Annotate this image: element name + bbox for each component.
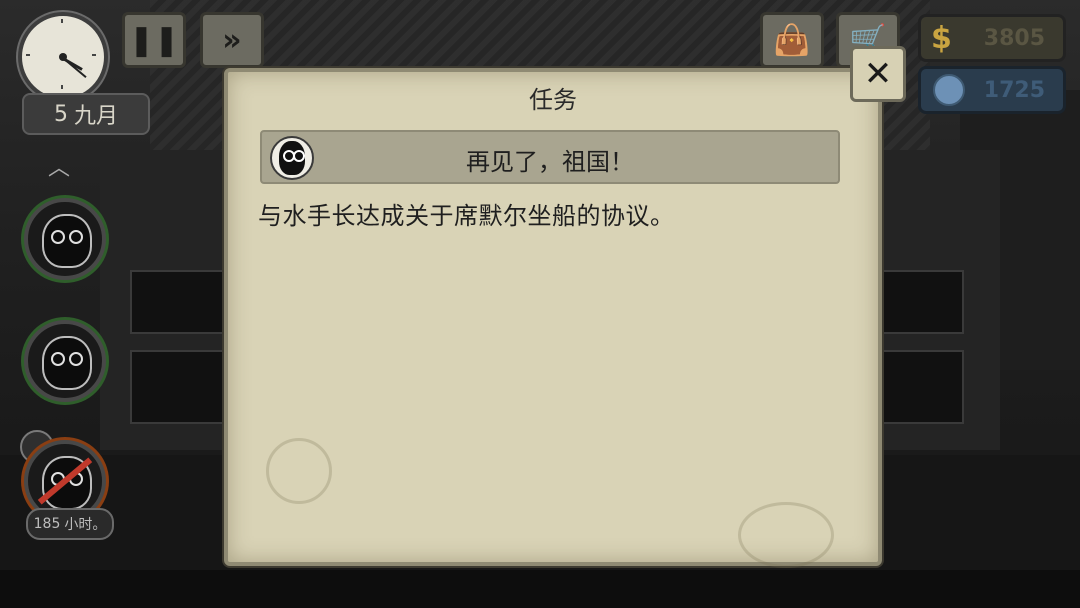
chevron-up-icon[interactable]: ︿: [48, 150, 70, 182]
character-avatar-2[interactable]: [24, 320, 106, 402]
decorative-emblem: [738, 502, 834, 568]
character-eye: [69, 472, 83, 486]
fast-forward-button[interactable]: »: [200, 12, 264, 68]
character-eye: [51, 352, 65, 366]
inventory-button[interactable]: 👜: [760, 12, 824, 68]
character-face: [42, 456, 92, 510]
date-display: 5 九月: [22, 93, 150, 135]
dialog-title: 任务: [529, 86, 577, 114]
date-month: 九月: [73, 104, 118, 129]
clock-center: [59, 53, 67, 61]
character-eye: [69, 230, 83, 244]
window: [870, 350, 964, 424]
bag-icon: 👜: [773, 22, 811, 58]
character-eye: [69, 352, 83, 366]
fast-forward-icon: »: [222, 22, 242, 58]
close-icon: ✕: [863, 54, 893, 94]
pause-icon: ❚❚: [128, 22, 180, 58]
character-avatar-1[interactable]: [24, 198, 106, 280]
decorative-emblem: [266, 438, 332, 504]
window: [870, 270, 964, 334]
close-button[interactable]: ✕: [850, 46, 906, 102]
hours-unit: 小时。: [64, 517, 107, 533]
gems-counter: 1725: [918, 66, 1066, 114]
money-counter: $ 3805: [918, 14, 1066, 62]
clock-tick: [92, 54, 96, 56]
quest-header[interactable]: 再见了，祖国！: [260, 130, 840, 184]
quest-description: 与水手长达成关于席默尔坐船的协议。: [258, 202, 675, 230]
quest-name: 再见了，祖国！: [466, 148, 634, 176]
clock-tick: [61, 19, 63, 23]
gem-icon: [933, 74, 965, 106]
hours-remaining: 185 小时。: [26, 508, 114, 540]
gems-value: 1725: [983, 77, 1045, 103]
bottom-room-strip: [0, 570, 1080, 608]
character-face: [42, 214, 92, 268]
date-day: 5: [53, 101, 68, 127]
character-face: [42, 336, 92, 390]
quest-dialog: 任务 再见了，祖国！ 与水手长达成关于席默尔坐船的协议。: [224, 68, 882, 568]
pause-button[interactable]: ❚❚: [122, 12, 186, 68]
dollar-icon: $: [931, 20, 952, 56]
character-eye: [51, 472, 65, 486]
hours-value: 185: [33, 516, 61, 532]
clock-tick: [61, 85, 63, 89]
character-eye: [51, 230, 65, 244]
money-value: 3805: [983, 25, 1045, 51]
clock-icon: [18, 12, 108, 102]
clock-tick: [26, 54, 30, 56]
